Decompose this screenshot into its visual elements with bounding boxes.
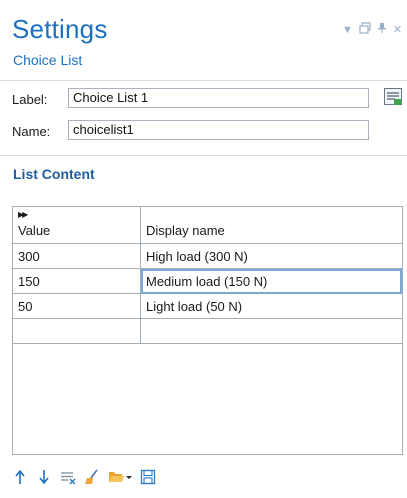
section-divider	[0, 155, 407, 156]
table-row	[13, 318, 402, 344]
column-header-display-name[interactable]: Display name	[140, 207, 402, 244]
cell-display-name[interactable]	[140, 318, 402, 344]
cell-display-name-selected[interactable]: Medium load (150 N)	[140, 268, 402, 294]
table-row: 50 Light load (50 N)	[13, 293, 402, 319]
delete-icon[interactable]	[60, 468, 76, 486]
window-controls: ▼ ✕	[342, 22, 402, 37]
close-icon[interactable]: ✕	[393, 24, 402, 36]
expand-icon: ▶▶	[18, 210, 28, 219]
cell-display-name[interactable]: High load (300 N)	[140, 243, 402, 269]
cell-value[interactable]: 50	[13, 293, 141, 319]
save-to-file-icon[interactable]	[140, 468, 156, 486]
cell-display-name[interactable]: Light load (50 N)	[140, 293, 402, 319]
section-title-list-content[interactable]: List Content	[13, 166, 95, 182]
table-row: 300 High load (300 N)	[13, 243, 402, 269]
edit-label-icon[interactable]	[383, 87, 403, 107]
restore-icon[interactable]	[359, 22, 371, 37]
column-header-value[interactable]: ▶▶ Value	[13, 207, 141, 244]
cell-value[interactable]: 150	[13, 268, 141, 294]
dropdown-icon[interactable]: ▼	[342, 24, 353, 36]
page-title: Settings	[12, 14, 108, 44]
name-caption: Name:	[12, 124, 51, 139]
move-down-icon[interactable]	[36, 468, 52, 486]
table-row: 150 Medium load (150 N)	[13, 268, 402, 294]
page-subtitle: Choice List	[13, 52, 83, 68]
header-divider	[0, 80, 407, 81]
cell-value[interactable]	[13, 318, 141, 344]
name-field[interactable]: choicelist1	[68, 120, 369, 140]
clear-table-icon[interactable]	[84, 468, 100, 486]
load-from-file-icon[interactable]	[108, 468, 132, 486]
label-field[interactable]: Choice List 1	[68, 88, 369, 108]
list-content-table: ▶▶ Value Display name 300 High load (300…	[12, 206, 403, 455]
pin-icon[interactable]	[377, 22, 387, 37]
cell-value[interactable]: 300	[13, 243, 141, 269]
table-toolbar	[12, 468, 156, 486]
label-caption: Label:	[12, 92, 48, 107]
move-up-icon[interactable]	[12, 468, 28, 486]
